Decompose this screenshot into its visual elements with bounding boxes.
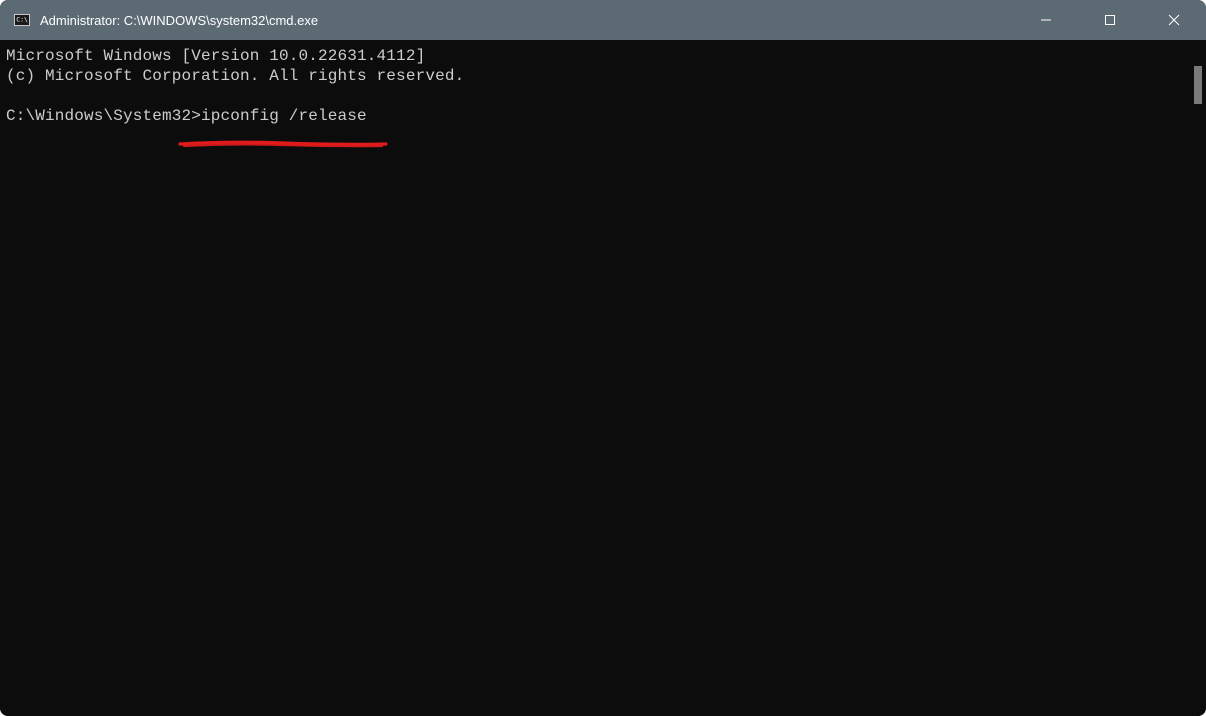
prompt: C:\Windows\System32>: [6, 107, 201, 125]
client-area: Microsoft Windows [Version 10.0.22631.41…: [0, 40, 1206, 716]
svg-text:C:\: C:\: [16, 16, 28, 24]
minimize-button[interactable]: [1014, 0, 1078, 40]
window-title: Administrator: C:\WINDOWS\system32\cmd.e…: [40, 13, 318, 28]
cmd-icon: C:\: [14, 12, 30, 28]
version-line: Microsoft Windows [Version 10.0.22631.41…: [6, 47, 425, 65]
window-controls: [1014, 0, 1206, 40]
maximize-button[interactable]: [1078, 0, 1142, 40]
terminal-output[interactable]: Microsoft Windows [Version 10.0.22631.41…: [0, 40, 1206, 716]
close-button[interactable]: [1142, 0, 1206, 40]
scrollbar-thumb[interactable]: [1194, 66, 1202, 104]
copyright-line: (c) Microsoft Corporation. All rights re…: [6, 67, 464, 85]
scrollbar-track[interactable]: [1190, 40, 1204, 708]
titlebar[interactable]: C:\ Administrator: C:\WINDOWS\system32\c…: [0, 0, 1206, 40]
command-text: ipconfig /release: [201, 107, 367, 125]
cmd-window: C:\ Administrator: C:\WINDOWS\system32\c…: [0, 0, 1206, 716]
